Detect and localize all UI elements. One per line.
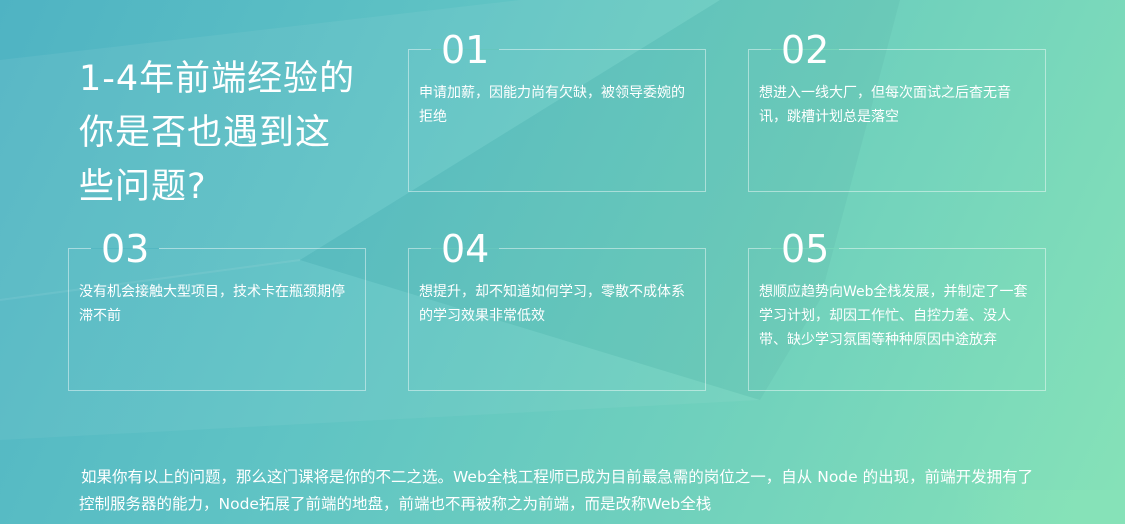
text-fade-overlay bbox=[955, 490, 1125, 524]
page-headline: 1-4年前端经验的 你是否也遇到这 些问题? bbox=[79, 59, 356, 207]
problem-card-01: 01 申请加薪，因能力尚有欠缺，被领导委婉的拒绝 bbox=[408, 28, 706, 192]
card-text: 没有机会接触大型项目，技术卡在瓶颈期停滞不前 bbox=[79, 284, 345, 324]
card-text: 想提升，却不知道如何学习，零散不成体系的学习效果非常低效 bbox=[419, 284, 685, 324]
course-intro-paragraph: 如果你有以上的问题，那么这门课将是你的不二之选。Web全栈工程师已成为目前最急需… bbox=[79, 468, 1034, 513]
card-number: 05 bbox=[781, 227, 830, 271]
card-text: 想进入一线大厂，但每次面试之后杳无音讯，跳槽计划总是落空 bbox=[759, 85, 1011, 125]
problem-card-04: 04 想提升，却不知道如何学习，零散不成体系的学习效果非常低效 bbox=[408, 227, 706, 391]
card-number: 02 bbox=[781, 28, 830, 72]
card-number: 03 bbox=[101, 227, 150, 271]
card-text: 想顺应趋势向Web全栈发展，并制定了一套学习计划，却因工作忙、自控力差、没人带、… bbox=[759, 284, 1028, 348]
card-text: 申请加薪，因能力尚有欠缺，被领导委婉的拒绝 bbox=[419, 85, 685, 125]
problem-card-02: 02 想进入一线大厂，但每次面试之后杳无音讯，跳槽计划总是落空 bbox=[748, 28, 1046, 192]
problem-card-03: 03 没有机会接触大型项目，技术卡在瓶颈期停滞不前 bbox=[68, 227, 366, 391]
problem-card-05: 05 想顺应趋势向Web全栈发展，并制定了一套学习计划，却因工作忙、自控力差、没… bbox=[748, 227, 1046, 391]
card-number: 04 bbox=[441, 227, 490, 271]
card-number: 01 bbox=[441, 28, 490, 72]
